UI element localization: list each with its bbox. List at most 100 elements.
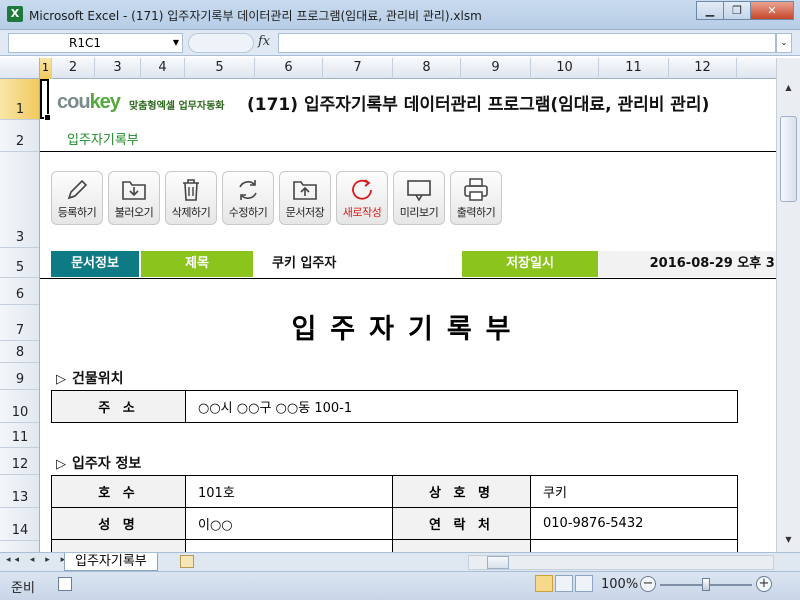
refresh-icon	[223, 174, 273, 206]
row-header[interactable]: 13	[0, 475, 39, 508]
row-header[interactable]: 2	[0, 120, 39, 152]
insert-sheet-icon[interactable]	[180, 555, 194, 568]
tenant-table: 호 수 101호 상 호 명 쿠키 성 명 이○○ 연 락 처 010-9876…	[51, 475, 738, 552]
zoom-level[interactable]: 100%	[601, 577, 638, 592]
column-header[interactable]: 8	[393, 58, 461, 79]
print-button[interactable]: 출력하기	[450, 171, 502, 225]
formula-edit-buttons[interactable]	[188, 33, 254, 53]
macro-toolbar: 등록하기 불러오기 삭제하기 수정하기 문서저장 새로작성 미리보기 출력하기	[51, 171, 502, 225]
folder-save-icon	[280, 174, 330, 206]
printer-icon	[451, 174, 501, 206]
vertical-scroll-thumb[interactable]	[780, 116, 797, 202]
minimize-button[interactable]: ▁	[696, 1, 723, 20]
pencil-icon	[52, 174, 102, 206]
column-header[interactable]: 11	[599, 58, 669, 79]
restore-button[interactable]: ❐	[723, 1, 750, 20]
address-value[interactable]: ○○시 ○○구 ○○동 100-1	[185, 390, 738, 423]
column-header[interactable]: 3	[95, 58, 141, 79]
monitor-icon	[394, 174, 444, 206]
table-cell[interactable]	[530, 539, 738, 552]
sheet-tab[interactable]: 입주자기록부	[64, 553, 158, 571]
column-headers: 1 2 3 4 5 6 7 8 9 10 11 12	[0, 58, 776, 79]
contact-value[interactable]: 010-9876-5432	[530, 507, 738, 540]
row-header[interactable]: 11	[0, 423, 39, 448]
save-document-label: 문서저장	[285, 206, 325, 219]
column-header[interactable]: 9	[461, 58, 531, 79]
excel-app-icon[interactable]: X	[7, 6, 23, 22]
column-header[interactable]: 7	[323, 58, 393, 79]
load-button[interactable]: 불러오기	[108, 171, 160, 225]
zoom-slider-thumb[interactable]	[702, 578, 710, 591]
table-row: 성 명 이○○ 연 락 처 010-9876-5432	[51, 507, 738, 540]
title-value[interactable]: 쿠키 입주자	[272, 251, 452, 277]
program-title: (171) 입주자기록부 데이터관리 프로그램(임대료, 관리비 관리)	[247, 95, 710, 115]
row-header[interactable]: 9	[0, 363, 39, 390]
building-section-heading: ▷ 건물위치	[56, 368, 124, 388]
tenant-name-value[interactable]: 이○○	[185, 507, 393, 540]
status-bar: 준비 100% − +	[0, 571, 800, 600]
save-document-button[interactable]: 문서저장	[279, 171, 331, 225]
row-header[interactable]: 10	[0, 390, 39, 423]
column-header[interactable]: 4	[141, 58, 185, 79]
trash-icon	[166, 174, 216, 206]
new-document-label: 새로작성	[342, 206, 382, 219]
tenant-name-label: 성 명	[51, 507, 186, 540]
new-document-button[interactable]: 새로작성	[336, 171, 388, 225]
normal-view-icon[interactable]	[535, 575, 553, 592]
formula-controls: fx	[186, 33, 278, 53]
unit-number-value[interactable]: 101호	[185, 475, 393, 508]
preview-button[interactable]: 미리보기	[393, 171, 445, 225]
row-header[interactable]	[0, 541, 39, 552]
zoom-out-button[interactable]: −	[640, 576, 656, 592]
row-header[interactable]: 7	[0, 305, 39, 341]
tenant-section-label: 입주자 정보	[72, 456, 142, 472]
vertical-scrollbar[interactable]: ▲ ▼	[776, 58, 800, 552]
name-box-dropdown-icon[interactable]: ▼	[173, 34, 179, 52]
row-header[interactable]: 8	[0, 341, 39, 363]
row-header[interactable]: 5	[0, 248, 39, 278]
column-header[interactable]: 2	[52, 58, 95, 79]
scroll-up-icon[interactable]: ▲	[780, 80, 797, 96]
table-cell[interactable]	[185, 539, 393, 552]
worksheet-grid[interactable]: coukey 맞춤형엑셀 업무자동화 (171) 입주자기록부 데이터관리 프로…	[40, 79, 776, 552]
row-header[interactable]: 1	[0, 79, 39, 120]
saved-at-label: 저장일시	[462, 251, 598, 277]
contact-label: 연 락 처	[392, 507, 531, 540]
tenant-section-heading: ▷ 입주자 정보	[56, 453, 141, 473]
delete-button[interactable]: 삭제하기	[165, 171, 217, 225]
column-header[interactable]: 6	[255, 58, 323, 79]
document-title: 입주자기록부	[291, 314, 525, 345]
formula-input[interactable]	[278, 33, 776, 53]
expand-formula-bar-icon[interactable]: ⌄	[776, 33, 792, 53]
row-header[interactable]: 14	[0, 508, 39, 541]
business-name-value[interactable]: 쿠키	[530, 475, 738, 508]
row-header[interactable]: 3	[0, 152, 39, 248]
register-button[interactable]: 등록하기	[51, 171, 103, 225]
saved-at-value[interactable]: 2016-08-29 오후 3:	[599, 251, 776, 277]
column-header[interactable]: 1	[40, 58, 52, 79]
horizontal-scroll-thumb[interactable]	[487, 556, 509, 569]
scroll-down-icon[interactable]: ▼	[780, 532, 797, 548]
macro-record-icon[interactable]	[58, 577, 72, 591]
insert-function-icon[interactable]: fx	[258, 34, 270, 49]
close-button[interactable]: ✕	[750, 1, 794, 20]
active-cell-selection[interactable]	[40, 79, 51, 121]
row-header[interactable]: 6	[0, 278, 39, 305]
column-header[interactable]: 10	[531, 58, 599, 79]
select-all-corner[interactable]	[0, 58, 40, 79]
title-bar: X Microsoft Excel - (171) 입주자기록부 데이터관리 프…	[0, 0, 800, 30]
row-header[interactable]: 12	[0, 448, 39, 475]
folder-open-icon	[109, 174, 159, 206]
column-header[interactable]: 12	[669, 58, 737, 79]
zoom-in-button[interactable]: +	[756, 576, 772, 592]
table-cell	[392, 539, 531, 552]
page-layout-view-icon[interactable]	[555, 575, 573, 592]
edit-button[interactable]: 수정하기	[222, 171, 274, 225]
column-header[interactable]: 5	[185, 58, 255, 79]
page-break-view-icon[interactable]	[575, 575, 593, 592]
name-box[interactable]: R1C1 ▼	[8, 33, 183, 53]
horizontal-scrollbar[interactable]	[468, 555, 774, 570]
print-label: 출력하기	[456, 206, 496, 219]
preview-label: 미리보기	[399, 206, 439, 219]
new-doc-icon	[337, 174, 387, 206]
